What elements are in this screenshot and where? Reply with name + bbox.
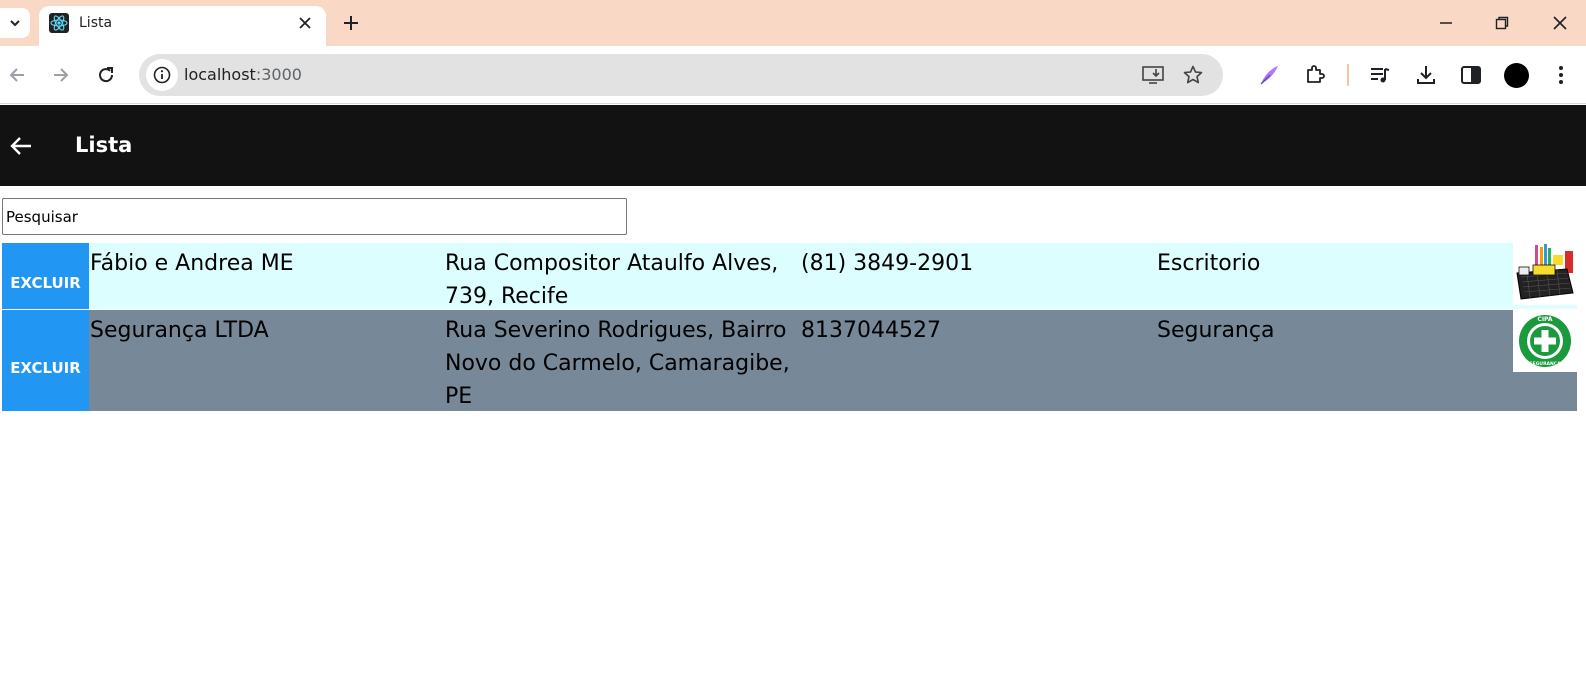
download-icon[interactable] [1413,62,1439,88]
url-port: :3000 [255,65,302,84]
cipa-seguranca-logo: CIPA SEGURANÇA [1513,310,1577,372]
svg-text:SEGURANÇA: SEGURANÇA [1529,361,1561,367]
company-phone: (81) 3849-2901 [801,251,974,276]
company-name: Fábio e Andrea ME [90,251,294,276]
minimize-icon [1440,22,1452,24]
page-title: Lista [75,133,133,157]
feather-extension-icon[interactable] [1256,62,1282,88]
kebab-menu-icon[interactable] [1548,62,1574,88]
url-text: localhost:3000 [184,65,302,84]
list-item: EXCLUIR Segurança LTDA Rua Severino Rodr… [2,310,1577,411]
company-category: Segurança [1157,318,1275,343]
delete-button[interactable]: EXCLUIR [2,243,89,309]
chevron-down-icon [10,20,20,27]
side-panel-icon[interactable] [1458,62,1484,88]
info-icon [153,66,171,84]
svg-text:CIPA: CIPA [1537,316,1552,323]
company-address: Rua Severino Rodrigues, Bairro Novo do C… [445,318,790,409]
arrow-left-icon [9,68,24,82]
company-phone: 8137044527 [801,318,941,343]
plus-icon [344,16,358,30]
site-info-button[interactable] [146,59,178,91]
company-category: Escritorio [1157,251,1261,276]
url-host: localhost [184,65,256,84]
close-window-button[interactable] [1547,10,1573,36]
app-back-button[interactable] [8,133,34,159]
tab-search-button[interactable] [0,8,30,38]
desk-organizer-image [1513,243,1577,305]
company-address: Rua Compositor Ataulfo Alves, 739, Recif… [445,251,779,309]
reload-button[interactable] [93,62,119,88]
list-item: EXCLUIR Fábio e Andrea ME Rua Compositor… [2,243,1577,309]
app-bar: Lista [0,105,1586,186]
address-bar[interactable]: localhost:3000 [139,54,1223,96]
react-favicon-icon [49,13,69,33]
browser-toolbar: localhost:3000 [0,46,1586,104]
back-button[interactable] [4,62,30,88]
delete-button[interactable]: EXCLUIR [2,310,89,411]
new-tab-button[interactable] [339,11,363,35]
restore-button[interactable] [1489,10,1515,36]
install-app-icon[interactable] [1141,63,1165,87]
forward-button[interactable] [48,62,74,88]
toolbar-separator [1347,64,1349,86]
minimize-button[interactable] [1433,10,1459,36]
company-name: Segurança LTDA [90,318,269,343]
search-input[interactable] [2,198,627,235]
puzzle-extensions-icon[interactable] [1302,62,1328,88]
tab-title: Lista [79,15,113,31]
restore-icon [1495,16,1509,30]
bookmark-star-icon[interactable] [1181,63,1205,87]
tab-close-icon[interactable] [294,12,316,34]
arrow-left-icon [10,137,31,155]
close-icon [1553,16,1567,30]
reload-icon [99,67,114,83]
browser-tab-active[interactable]: Lista [39,6,326,46]
arrow-right-icon [54,68,69,82]
media-queue-icon[interactable] [1367,62,1393,88]
browser-tabstrip: Lista [0,0,1586,46]
profile-avatar[interactable] [1504,63,1529,88]
